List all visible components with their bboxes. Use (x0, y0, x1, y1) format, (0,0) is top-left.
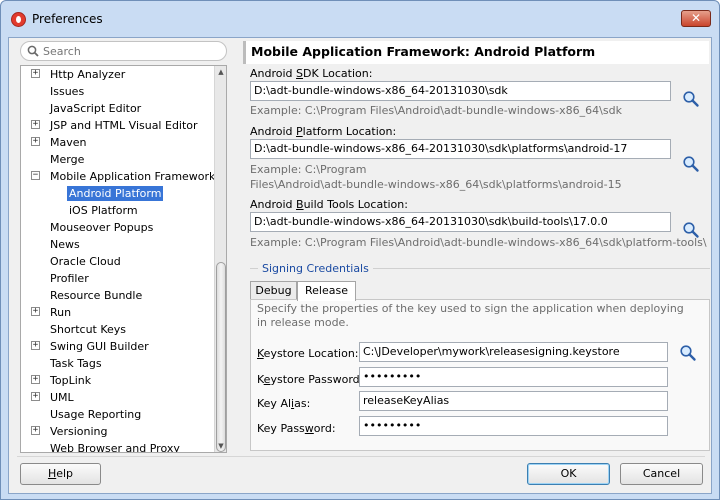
tree-item-usage-reporting[interactable]: Usage Reporting (21, 406, 211, 423)
preferences-tree[interactable]: + Http Analyzer Issues JavaScript Editor + JS… (20, 65, 227, 453)
tree-item-http-analyzer[interactable]: + Http Analyzer (21, 66, 211, 83)
oracle-app-icon (11, 12, 26, 27)
tree-item-label: Swing GUI Builder (50, 340, 149, 353)
scroll-up-icon[interactable]: ▲ (215, 66, 226, 78)
tree-item-jsp-and-html-visual-editor[interactable]: + JSP and HTML Visual Editor (21, 117, 211, 134)
build-tools-location-label: Android Build Tools Location: (250, 198, 408, 211)
tree-item-merge[interactable]: Merge (21, 151, 211, 168)
tree-item-toplink[interactable]: + TopLink (21, 372, 211, 389)
close-button[interactable]: ✕ (681, 10, 711, 27)
tree-item-label: Shortcut Keys (50, 323, 127, 336)
tree-item-label: iOS Platform (69, 204, 138, 217)
title-bar[interactable]: Preferences ✕ (1, 1, 719, 37)
key-password-field[interactable]: ••••••••• (359, 416, 668, 436)
tree-item-label: News (50, 238, 80, 251)
expand-icon[interactable]: + (31, 392, 40, 401)
scroll-down-icon[interactable]: ▼ (215, 440, 226, 452)
tree-item-versioning[interactable]: + Versioning (21, 423, 211, 440)
build-tools-example-text: Example: C:\Program Files\Android\adt-bu… (250, 236, 707, 249)
scrollbar-thumb[interactable] (216, 262, 226, 452)
tree-item-swing-gui-builder[interactable]: + Swing GUI Builder (21, 338, 211, 355)
tree-item-run[interactable]: + Run (21, 304, 211, 321)
browse-sdk-icon[interactable] (682, 90, 700, 108)
dialog-body: + Http Analyzer Issues JavaScript Editor + JS… (8, 37, 712, 494)
signing-credentials-label: Signing Credentials (258, 262, 373, 275)
search-input[interactable] (43, 44, 221, 58)
collapse-icon[interactable]: − (31, 171, 40, 180)
sdk-example-text: Example: C:\Program Files\Android\adt-bu… (250, 104, 622, 117)
expand-icon[interactable]: + (31, 69, 40, 78)
build-tools-location-field[interactable]: D:\adt-bundle-windows-x86_64-20131030\sd… (250, 212, 671, 232)
tree-item-label: Maven (50, 136, 87, 149)
tree-item-news[interactable]: News (21, 236, 211, 253)
expand-icon[interactable]: + (31, 375, 40, 384)
platform-example-line2: Files\Android\adt-bundle-windows-x86_64\… (250, 178, 622, 191)
platform-location-field[interactable]: D:\adt-bundle-windows-x86_64-20131030\sd… (250, 139, 671, 159)
keystore-password-label: Keystore Password: (257, 373, 364, 386)
page-title: Mobile Application Framework: Android Pl… (243, 41, 709, 64)
tree-item-oracle-cloud[interactable]: Oracle Cloud (21, 253, 211, 270)
tree-item-label: Versioning (50, 425, 108, 438)
tree-item-label: Run (50, 306, 72, 319)
browse-platform-icon[interactable] (682, 155, 700, 173)
tree-item-label: Web Browser and Proxy (50, 442, 180, 453)
key-password-label: Key Password: (257, 422, 336, 435)
tree-item-label: Oracle Cloud (50, 255, 121, 268)
keystore-location-field[interactable]: C:\JDeveloper\mywork\releasesigning.keys… (359, 342, 668, 362)
platform-example-line1: Example: C:\Program (250, 163, 367, 176)
tree-item-uml[interactable]: + UML (21, 389, 211, 406)
tree-item-shortcut-keys[interactable]: Shortcut Keys (21, 321, 211, 338)
tab-debug[interactable]: Debug (250, 281, 297, 300)
sdk-location-field[interactable]: D:\adt-bundle-windows-x86_64-20131030\sd… (250, 81, 671, 101)
ok-button[interactable]: OK (527, 463, 610, 485)
tree-item-label: Mouseover Popups (50, 221, 154, 234)
tree-item-profiler[interactable]: Profiler (21, 270, 211, 287)
tree-item-task-tags[interactable]: Task Tags (21, 355, 211, 372)
sdk-location-label: Android SDK Location: (250, 67, 373, 80)
tree-item-label: Android Platform (67, 186, 164, 201)
browse-keystore-icon[interactable] (679, 344, 697, 362)
tree-item-label: UML (50, 391, 74, 404)
tree-scrollbar[interactable]: ▲ ▼ (214, 66, 226, 452)
tree-item-resource-bundle[interactable]: Resource Bundle (21, 287, 211, 304)
tree-item-label: Profiler (50, 272, 89, 285)
keystore-password-field[interactable]: ••••••••• (359, 367, 668, 387)
tree-item-web-browser-and-proxy[interactable]: Web Browser and Proxy (21, 440, 211, 453)
tree-item-javascript-editor[interactable]: JavaScript Editor (21, 100, 211, 117)
tree-item-label: Issues (50, 85, 85, 98)
tab-release[interactable]: Release (297, 281, 356, 301)
help-button[interactable]: Help (20, 463, 101, 485)
tree-item-ios-platform[interactable]: iOS Platform (21, 202, 211, 219)
tree-item-label: Resource Bundle (50, 289, 143, 302)
tree-item-label: Usage Reporting (50, 408, 142, 421)
expand-icon[interactable]: + (31, 307, 40, 316)
tree-item-android-platform[interactable]: Android Platform (21, 185, 211, 202)
tree-item-label: JavaScript Editor (50, 102, 142, 115)
tree-item-mouseover-popups[interactable]: Mouseover Popups (21, 219, 211, 236)
key-alias-field[interactable]: releaseKeyAlias (359, 391, 668, 411)
key-alias-label: Key Alias: (257, 397, 311, 410)
release-description: Specify the properties of the key used t… (257, 302, 684, 329)
tree-item-label: Mobile Application Framework (50, 170, 216, 183)
tree-item-label: JSP and HTML Visual Editor (50, 119, 198, 132)
window-title: Preferences (32, 12, 103, 26)
expand-icon[interactable]: + (31, 137, 40, 146)
cancel-button[interactable]: Cancel (620, 463, 703, 485)
platform-location-label: Android Platform Location: (250, 125, 397, 138)
expand-icon[interactable]: + (31, 120, 40, 129)
keystore-location-label: Keystore Location: (257, 347, 359, 360)
footer-divider (17, 456, 705, 457)
tree-item-label: Merge (50, 153, 85, 166)
tree-item-issues[interactable]: Issues (21, 83, 211, 100)
expand-icon[interactable]: + (31, 341, 40, 350)
expand-icon[interactable]: + (31, 426, 40, 435)
tree-item-label: Task Tags (50, 357, 102, 370)
tree-item-label: TopLink (50, 374, 92, 387)
tree-item-mobile-application-framework[interactable]: − Mobile Application Framework (21, 168, 215, 185)
tree-item-maven[interactable]: + Maven (21, 134, 211, 151)
search-icon (27, 45, 39, 57)
tree-item-label: Http Analyzer (50, 68, 126, 81)
preferences-window: Preferences ✕ + Http Analyzer Issues JavaSc… (0, 0, 720, 500)
search-box[interactable] (20, 41, 227, 61)
